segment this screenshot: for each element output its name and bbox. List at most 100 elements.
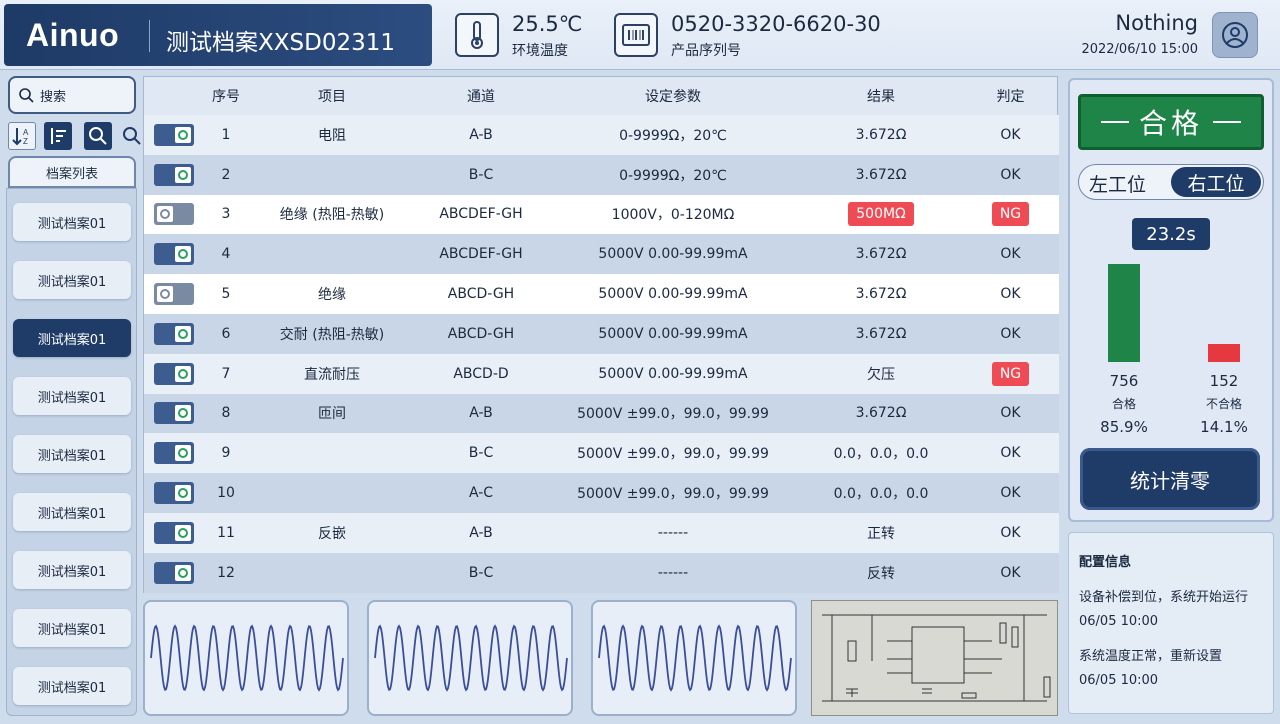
- enable-toggle[interactable]: [154, 283, 194, 306]
- archive-item[interactable]: 测试档案01: [13, 667, 131, 705]
- cell-judge: OK: [962, 552, 1059, 593]
- cell-result: 欠压: [800, 353, 962, 394]
- enable-toggle[interactable]: [154, 482, 194, 505]
- waveform-line: [374, 624, 568, 692]
- table-header-row: 序号 项目 通道 设定参数 结果 判定: [144, 77, 1059, 115]
- statistics-panel: 合格 左工位 右工位 23.2s 756 合格 85.9% 152 不合格 14…: [1068, 78, 1274, 522]
- enable-toggle[interactable]: [154, 362, 194, 385]
- cell-item: 匝间: [248, 393, 416, 434]
- enable-toggle[interactable]: [154, 322, 194, 345]
- archive-item[interactable]: 测试档案01: [13, 203, 131, 241]
- result-value: 反转: [867, 565, 895, 582]
- cell-param: 0-9999Ω，20℃: [546, 154, 800, 195]
- cell-no: 11: [204, 512, 248, 553]
- config-title: 配置信息: [1079, 555, 1132, 570]
- enable-toggle[interactable]: [154, 561, 194, 584]
- waveform-plot: [374, 624, 568, 692]
- tool-row: A Z: [8, 122, 141, 150]
- cell-item: [248, 552, 416, 593]
- result-value: 500MΩ: [848, 202, 914, 227]
- toggle-cell: [144, 512, 204, 553]
- enable-toggle[interactable]: [154, 402, 194, 425]
- station-left-option[interactable]: 左工位: [1089, 170, 1146, 197]
- cell-param: 1000V，0-120MΩ: [546, 194, 800, 235]
- archive-list-title: 档案列表: [8, 156, 136, 188]
- table-row[interactable]: 1 电阻 A-B 0-9999Ω，20℃ 3.672Ω OK: [144, 115, 1059, 155]
- table-row[interactable]: 5 绝缘 ABCD-GH 5000V 0.00-99.99mA 3.672Ω OK: [144, 274, 1059, 314]
- filter-search-icon[interactable]: [118, 122, 146, 150]
- cell-judge: OK: [962, 512, 1059, 553]
- pass-percent: 85.9%: [1100, 418, 1148, 436]
- waveform-plot: [150, 624, 344, 692]
- user-avatar-icon[interactable]: [1212, 12, 1258, 58]
- search-input[interactable]: 搜索: [8, 76, 136, 114]
- waveform-panel-3[interactable]: [591, 600, 797, 716]
- badge-line-right: [1213, 121, 1241, 123]
- archive-item-active[interactable]: 测试档案01: [13, 319, 131, 357]
- archive-item[interactable]: 测试档案01: [13, 551, 131, 589]
- config-info-panel: 配置信息 设备补偿到位，系统开始运行 06/05 10:00 系统温度正常，重新…: [1068, 532, 1274, 714]
- archive-item[interactable]: 测试档案01: [13, 493, 131, 531]
- zoom-search-icon[interactable]: [84, 122, 112, 150]
- waveform-panel-1[interactable]: [143, 600, 349, 716]
- enable-toggle[interactable]: [154, 163, 194, 186]
- archive-item[interactable]: 测试档案01: [13, 435, 131, 473]
- table-row[interactable]: 10 A-C 5000V ±99.0，99.0，99.99 0.0，0.0，0.0 OK: [144, 473, 1059, 513]
- cell-channel: B-C: [416, 552, 546, 593]
- col-header-toggle: [144, 77, 204, 115]
- table-row[interactable]: 12 B-C ------ 反转 OK: [144, 552, 1059, 593]
- cell-result: 0.0，0.0，0.0: [800, 433, 962, 474]
- circuit-diagram-image[interactable]: [811, 600, 1058, 716]
- table-row[interactable]: 9 B-C 5000V ±99.0，99.0，99.99 0.0，0.0，0.0 OK: [144, 433, 1059, 474]
- result-badge-text: 合格: [1138, 107, 1203, 140]
- archive-item[interactable]: 测试档案01: [13, 261, 131, 299]
- station-right-option[interactable]: 右工位: [1171, 167, 1261, 197]
- cell-no: 4: [204, 234, 248, 275]
- table-row[interactable]: 6 交耐 (热阻-热敏) ABCD-GH 5000V 0.00-99.99mA 3.67…: [144, 313, 1059, 354]
- pass-count: 756: [1109, 372, 1139, 390]
- table-row[interactable]: 4 ABCDEF-GH 5000V 0.00-99.99mA 3.672Ω OK: [144, 234, 1059, 275]
- col-header-judge: 判定: [996, 89, 1025, 105]
- table-row[interactable]: 8 匝间 A-B 5000V ±99.0，99.0，99.99 3.672Ω OK: [144, 393, 1059, 434]
- cell-item: 交耐 (热阻-热敏): [248, 313, 416, 354]
- enable-toggle[interactable]: [154, 123, 194, 146]
- table-row[interactable]: 3 绝缘 (热阻-热敏) ABCDEF-GH 1000V，0-120MΩ 500MΩ NG: [144, 194, 1059, 235]
- fail-count: 152: [1209, 372, 1239, 390]
- sort-desc-icon[interactable]: [44, 122, 72, 150]
- archive-sidebar: 搜索 A Z 档案列表 测试档案01 测试档案01 测试档案01 测试档案01 …: [6, 76, 141, 716]
- enable-toggle[interactable]: [154, 521, 194, 544]
- table-row[interactable]: 11 反嵌 A-B ------ 正转 OK: [144, 512, 1059, 553]
- reset-statistics-button[interactable]: 统计清零: [1080, 448, 1260, 510]
- cell-judge: OK: [962, 433, 1059, 474]
- archive-item[interactable]: 测试档案01: [13, 377, 131, 415]
- enable-toggle[interactable]: [154, 442, 194, 465]
- waveform-panel-2[interactable]: [367, 600, 573, 716]
- cell-item: 电阻: [248, 115, 416, 155]
- archive-item[interactable]: 测试档案01: [13, 609, 131, 647]
- judge-value: OK: [1000, 246, 1021, 263]
- cell-result: 反转: [800, 552, 962, 593]
- cell-param: ------: [546, 552, 800, 593]
- toggle-cell: [144, 313, 204, 354]
- waveform-line: [150, 624, 344, 692]
- cell-judge: OK: [962, 473, 1059, 513]
- table-row[interactable]: 2 B-C 0-9999Ω，20℃ 3.672Ω OK: [144, 154, 1059, 195]
- station-switch[interactable]: 左工位 右工位: [1078, 164, 1264, 200]
- toggle-cell: [144, 552, 204, 593]
- cell-result: 3.672Ω: [800, 313, 962, 354]
- toggle-cell: [144, 115, 204, 155]
- fail-label: 不合格: [1205, 397, 1242, 411]
- toggle-knob: [175, 126, 191, 143]
- fail-percent: 14.1%: [1200, 418, 1248, 436]
- result-value: 3.672Ω: [855, 286, 907, 303]
- serial-number-label: 产品序列号: [671, 43, 741, 59]
- enable-toggle[interactable]: [154, 243, 194, 266]
- enable-toggle[interactable]: [154, 203, 194, 226]
- table-row[interactable]: 7 直流耐压 ABCD-D 5000V 0.00-99.99mA 欠压 NG: [144, 353, 1059, 394]
- cell-channel: ABCDEF-GH: [416, 234, 546, 275]
- toggle-knob: [175, 564, 191, 581]
- col-header-channel: 通道: [467, 89, 495, 105]
- cell-item: [248, 473, 416, 513]
- sort-az-icon[interactable]: A Z: [8, 122, 36, 150]
- judge-value: NG: [991, 202, 1030, 227]
